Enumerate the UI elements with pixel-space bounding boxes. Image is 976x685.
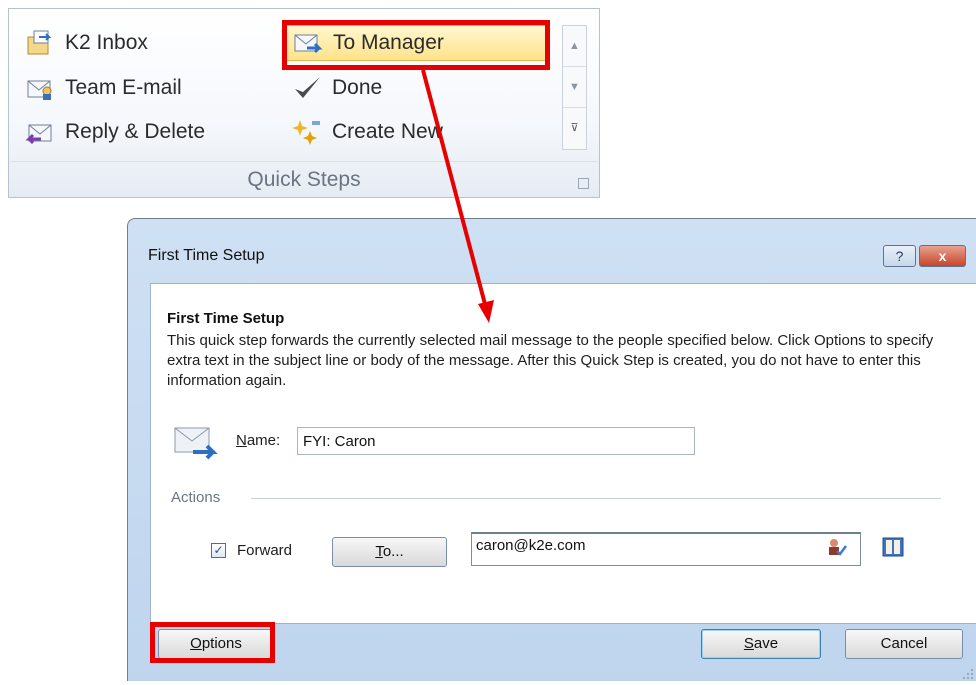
quick-step-k2-inbox[interactable]: K2 Inbox bbox=[25, 25, 255, 61]
quick-step-reply-delete[interactable]: Reply & Delete bbox=[25, 114, 275, 150]
recipients-input[interactable]: caron@k2e.com bbox=[471, 532, 861, 566]
resize-grip-icon[interactable] bbox=[962, 667, 974, 679]
name-label: Name: bbox=[236, 432, 281, 449]
quick-step-label: Create New bbox=[332, 120, 443, 143]
actions-divider bbox=[251, 498, 941, 499]
save-button[interactable]: Save bbox=[701, 629, 821, 659]
quick-step-label: K2 Inbox bbox=[65, 31, 148, 54]
quick-step-create-new[interactable]: Create New bbox=[292, 114, 542, 150]
quick-step-label: Team E-mail bbox=[65, 76, 182, 99]
forward-checkbox[interactable]: ✓ bbox=[211, 543, 226, 558]
address-book-icon[interactable] bbox=[881, 535, 905, 559]
dialog-heading: First Time Setup bbox=[167, 310, 285, 327]
annotation-highlight-options bbox=[150, 622, 275, 663]
first-time-setup-dialog: First Time Setup ? x First Time Setup Th… bbox=[127, 218, 976, 681]
reply-delete-icon bbox=[25, 117, 55, 147]
group-divider bbox=[10, 161, 598, 162]
quick-step-label: Done bbox=[332, 76, 383, 99]
dialog-content: First Time Setup This quick step forward… bbox=[150, 283, 976, 624]
gallery-scroller[interactable]: ▲ ▼ ⊽ bbox=[562, 25, 587, 150]
group-label: Quick Steps bbox=[247, 168, 361, 191]
close-button[interactable]: x bbox=[919, 245, 966, 267]
check-names-icon[interactable] bbox=[827, 537, 847, 557]
team-mail-icon bbox=[25, 73, 55, 103]
dialog-launcher-icon[interactable] bbox=[578, 178, 589, 189]
annotation-highlight-to-manager bbox=[282, 20, 550, 70]
actions-label: Actions bbox=[171, 489, 221, 506]
scroll-down-icon[interactable]: ▼ bbox=[563, 67, 586, 108]
name-input[interactable] bbox=[297, 427, 695, 455]
dialog-description: This quick step forwards the currently s… bbox=[167, 332, 934, 389]
checkmark-icon bbox=[292, 73, 322, 103]
quick-step-label: Reply & Delete bbox=[65, 120, 206, 143]
quick-step-team-email[interactable]: Team E-mail bbox=[25, 70, 255, 106]
window-title: First Time Setup bbox=[148, 247, 265, 264]
quick-step-done[interactable]: Done bbox=[292, 70, 522, 106]
more-icon[interactable]: ⊽ bbox=[563, 108, 586, 149]
cancel-button[interactable]: Cancel bbox=[845, 629, 963, 659]
forward-label: Forward bbox=[237, 542, 293, 559]
help-button[interactable]: ? bbox=[883, 245, 916, 267]
scroll-up-icon[interactable]: ▲ bbox=[563, 26, 586, 67]
forward-mail-icon bbox=[171, 422, 219, 464]
to-button[interactable]: To... bbox=[332, 537, 447, 567]
sparkle-new-icon bbox=[292, 117, 322, 147]
folder-move-icon bbox=[25, 28, 55, 58]
